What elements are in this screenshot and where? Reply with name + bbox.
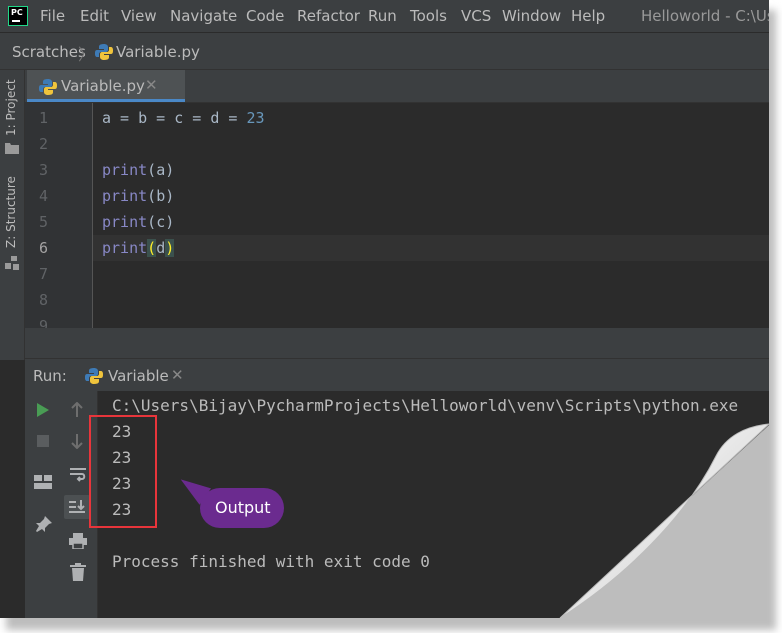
layout-icon[interactable]: [34, 475, 52, 489]
tab-label: Variable.py: [61, 77, 145, 95]
menu-code[interactable]: Code: [246, 7, 284, 25]
project-tool-tab[interactable]: 1: Project: [4, 79, 18, 136]
editor-tab-bar: Variable.py ✕: [25, 70, 769, 103]
stop-icon[interactable]: [36, 434, 50, 448]
line-number: 3: [39, 161, 49, 179]
breadcrumb-file[interactable]: Variable.py: [116, 43, 200, 61]
menu-edit[interactable]: Edit: [80, 7, 109, 25]
menu-navigate[interactable]: Navigate: [170, 7, 237, 25]
menu-tools[interactable]: Tools: [410, 7, 447, 25]
print-icon[interactable]: [69, 533, 87, 549]
breadcrumb-scratches[interactable]: Scratches: [12, 43, 86, 61]
line-number: 7: [39, 265, 49, 283]
tab-variable-py[interactable]: Variable.py ✕: [27, 70, 185, 102]
code-line: print(a): [102, 161, 175, 179]
structure-tool-tab[interactable]: Z: Structure: [4, 176, 18, 248]
python-icon: [85, 368, 103, 384]
left-tool-strip: 1: Project Z: Structure: [0, 70, 25, 360]
code-line: print(b): [102, 187, 175, 205]
line-number-gutter: 1 2 3 4 5 6 7 8 9: [25, 103, 93, 335]
code-line: a = b = c = d = 23: [102, 109, 265, 127]
menu-refactor[interactable]: Refactor: [297, 7, 360, 25]
arrow-up-icon[interactable]: [70, 402, 84, 418]
menu-help[interactable]: Help: [571, 7, 605, 25]
line-number-current: 6: [39, 239, 49, 257]
rerun-icon[interactable]: [36, 402, 50, 418]
code-line: print(c): [102, 213, 175, 231]
page-curl-decoration: [559, 423, 771, 619]
python-file-icon: [39, 79, 57, 95]
menu-view[interactable]: View: [121, 7, 157, 25]
scroll-to-end-icon: [69, 500, 85, 513]
menu-window[interactable]: Window: [502, 7, 561, 25]
line-number: 5: [39, 213, 49, 231]
breadcrumb-separator-icon: 〉: [78, 45, 95, 64]
output-callout: Output: [200, 488, 284, 528]
window-title: Helloworld - C:\Use: [641, 7, 769, 25]
trash-icon[interactable]: [70, 563, 86, 581]
run-toolbar: [25, 391, 98, 618]
menu-run[interactable]: Run: [368, 7, 397, 25]
menu-bar: PC File Edit View Navigate Code Refactor…: [0, 0, 769, 32]
code-editor[interactable]: 1 2 3 4 5 6 7 8 9 a = b = c = d = 23 pri…: [25, 103, 769, 335]
output-highlight-box: [89, 415, 157, 528]
line-number: 2: [39, 135, 49, 153]
line-number: 4: [39, 187, 49, 205]
run-panel-header: Run: Variable ✕: [25, 358, 769, 392]
breadcrumb: Scratches 〉 Variable.py: [0, 33, 769, 70]
structure-icon: [5, 256, 19, 270]
code-line-current: print(d): [102, 239, 175, 257]
callout-label: Output: [215, 498, 271, 517]
close-icon[interactable]: ✕: [145, 76, 158, 94]
panel-divider: [25, 328, 769, 358]
line-number: 8: [39, 291, 49, 309]
folder-icon: [5, 143, 19, 154]
soft-wrap-icon[interactable]: [69, 466, 87, 482]
menu-vcs[interactable]: VCS: [461, 7, 491, 25]
close-icon[interactable]: ✕: [171, 366, 184, 384]
python-file-icon: [95, 44, 113, 60]
pin-icon[interactable]: [35, 515, 53, 533]
arrow-down-icon[interactable]: [70, 433, 84, 449]
run-label: Run:: [33, 367, 67, 385]
run-tab-variable[interactable]: Variable: [108, 367, 169, 385]
scroll-to-end-toggle[interactable]: [64, 495, 90, 519]
pycharm-logo-icon: PC: [8, 6, 28, 26]
console-exit-status: Process finished with exit code 0: [112, 552, 430, 571]
line-number: 1: [39, 109, 49, 127]
menu-file[interactable]: File: [40, 7, 65, 25]
current-line-highlight: [93, 235, 769, 261]
